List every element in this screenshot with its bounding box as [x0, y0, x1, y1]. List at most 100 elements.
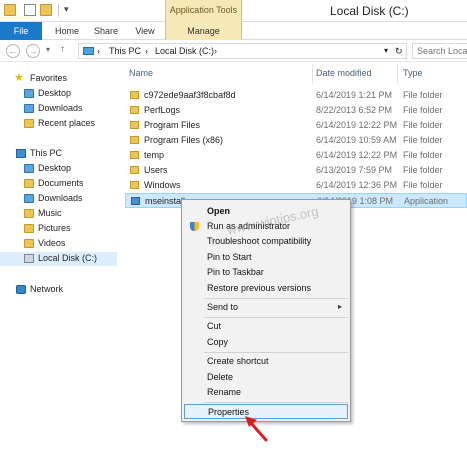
- menu-item-create-shortcut[interactable]: Create shortcut: [184, 354, 348, 369]
- forward-arrow-icon[interactable]: →: [26, 44, 40, 58]
- nav-this-pc-label: This PC: [30, 148, 63, 158]
- menu-item-copy[interactable]: Copy: [184, 335, 348, 350]
- column-divider[interactable]: [312, 64, 313, 84]
- menu-item-pin-to-start[interactable]: Pin to Start: [184, 250, 348, 265]
- nav-item-label: Pictures: [38, 223, 71, 233]
- breadcrumb-this-pc[interactable]: This PC: [109, 46, 141, 56]
- folder-icon: [130, 181, 139, 189]
- nav-pc-documents[interactable]: Documents: [0, 177, 117, 191]
- nav-item-label: Videos: [38, 238, 66, 248]
- nav-pc-downloads[interactable]: Downloads: [0, 192, 117, 206]
- recent-places-icon: [24, 119, 34, 128]
- tab-view[interactable]: View: [128, 22, 162, 40]
- recent-locations-chevron-icon[interactable]: ▾: [46, 45, 50, 54]
- menu-item-rename[interactable]: Rename: [184, 385, 348, 400]
- explorer-app-icon: [4, 4, 16, 16]
- search-input[interactable]: [413, 44, 467, 58]
- menu-item-label: Pin to Taskbar: [207, 267, 264, 277]
- customize-toolbar-chevron-icon[interactable]: ▾: [64, 4, 69, 15]
- column-header-date-modified[interactable]: Date modified: [316, 68, 372, 78]
- file-row[interactable]: Program Files (x86) 6/14/2019 10:59 AM F…: [125, 133, 467, 148]
- title-bar: ▾ Application Tools Local Disk (C:): [0, 0, 467, 22]
- this-pc-icon: [16, 149, 26, 158]
- file-date: 6/14/2019 12:22 PM: [316, 150, 398, 160]
- nav-item-label: Recent places: [38, 118, 96, 128]
- file-row[interactable]: PerfLogs 8/22/2013 6:52 PM File folder: [125, 103, 467, 118]
- menu-item-label: Rename: [207, 387, 242, 397]
- file-date: 6/14/2019 12:22 PM: [316, 120, 398, 130]
- address-bar[interactable]: › This PC › Local Disk (C:) › ▾ ↻: [78, 43, 407, 59]
- menu-separator: [204, 352, 348, 353]
- breadcrumb-local-disk[interactable]: Local Disk (C:): [155, 46, 214, 56]
- menu-item-run-as-administrator[interactable]: Run as administrator: [184, 219, 348, 234]
- folder-icon: [130, 166, 139, 174]
- column-header-name[interactable]: Name: [129, 68, 153, 78]
- breadcrumb-separator-icon[interactable]: ›: [145, 46, 148, 56]
- nav-network-label: Network: [30, 284, 64, 294]
- breadcrumb-separator-icon[interactable]: ›: [214, 46, 217, 56]
- nav-network[interactable]: Network: [0, 283, 117, 297]
- menu-item-pin-to-taskbar[interactable]: Pin to Taskbar: [184, 265, 348, 280]
- tab-share[interactable]: Share: [88, 22, 124, 40]
- quick-access-separator: [58, 4, 59, 17]
- file-row[interactable]: temp 6/14/2019 12:22 PM File folder: [125, 148, 467, 163]
- menu-item-troubleshoot-compatibility[interactable]: Troubleshoot compatibility: [184, 234, 348, 249]
- folder-icon: [130, 151, 139, 159]
- nav-pc-pictures[interactable]: Pictures: [0, 222, 117, 236]
- new-folder-icon[interactable]: [40, 4, 52, 16]
- menu-item-restore-previous-versions[interactable]: Restore previous versions: [184, 281, 348, 296]
- tab-manage[interactable]: Manage: [165, 22, 242, 40]
- nav-pc-videos[interactable]: Videos: [0, 237, 117, 251]
- nav-item-label: Downloads: [38, 193, 83, 203]
- file-date: 6/13/2019 7:59 PM: [316, 165, 393, 175]
- nav-pc-desktop[interactable]: Desktop: [0, 162, 117, 176]
- breadcrumb-separator-icon[interactable]: ›: [97, 46, 100, 56]
- file-row[interactable]: Windows 6/14/2019 12:36 PM File folder: [125, 178, 467, 193]
- music-folder-icon: [24, 209, 34, 218]
- file-row[interactable]: Program Files 6/14/2019 12:22 PM File fo…: [125, 118, 467, 133]
- back-arrow-icon[interactable]: ←: [6, 44, 20, 58]
- file-type: File folder: [403, 165, 443, 175]
- menu-item-label: Create shortcut: [207, 356, 269, 366]
- contextual-tab-group: Application Tools: [165, 0, 242, 22]
- nav-favorites-desktop[interactable]: Desktop: [0, 87, 117, 101]
- file-row[interactable]: c972ede9aaf3f8cbaf8d 6/14/2019 1:21 PM F…: [125, 88, 467, 103]
- file-row[interactable]: Users 6/13/2019 7:59 PM File folder: [125, 163, 467, 178]
- nav-favorites-downloads[interactable]: Downloads: [0, 102, 117, 116]
- properties-icon[interactable]: [24, 4, 36, 16]
- column-divider[interactable]: [397, 64, 398, 84]
- menu-item-cut[interactable]: Cut: [184, 319, 348, 334]
- folder-icon: [130, 91, 139, 99]
- file-type: File folder: [403, 120, 443, 130]
- file-name: temp: [144, 150, 165, 160]
- folder-icon: [130, 121, 139, 129]
- menu-item-delete[interactable]: Delete: [184, 370, 348, 385]
- nav-pc-music[interactable]: Music: [0, 207, 117, 221]
- column-header-type[interactable]: Type: [403, 68, 423, 78]
- annotation-arrow-icon: [245, 416, 268, 442]
- desktop-folder-icon: [24, 164, 34, 173]
- menu-item-open[interactable]: Open: [184, 204, 348, 219]
- address-dropdown-chevron-icon[interactable]: ▾: [384, 46, 388, 55]
- tab-file[interactable]: File: [0, 22, 42, 40]
- application-icon: [131, 197, 140, 205]
- desktop-folder-icon: [24, 89, 34, 98]
- hard-drive-icon: [24, 254, 34, 263]
- pictures-folder-icon: [24, 224, 34, 233]
- nav-this-pc[interactable]: This PC: [0, 147, 117, 161]
- contextual-tab-group-label: Application Tools: [169, 5, 238, 15]
- menu-item-send-to[interactable]: Send to ▸: [184, 300, 348, 315]
- up-arrow-icon[interactable]: ↑: [60, 44, 65, 55]
- nav-favorites[interactable]: ★ Favorites: [0, 72, 117, 86]
- submenu-arrow-icon: ▸: [337, 302, 342, 311]
- tab-home[interactable]: Home: [48, 22, 86, 40]
- search-box[interactable]: [412, 43, 467, 59]
- menu-item-label: Pin to Start: [207, 252, 252, 262]
- refresh-icon[interactable]: ↻: [395, 46, 403, 57]
- file-name: mseinstall: [145, 196, 186, 206]
- nav-pc-local-disk[interactable]: Local Disk (C:): [0, 252, 117, 266]
- file-date: 6/14/2019 12:36 PM: [316, 180, 398, 190]
- nav-item-label: Documents: [38, 178, 84, 188]
- nav-favorites-recent-places[interactable]: Recent places: [0, 117, 117, 131]
- file-type: File folder: [403, 180, 443, 190]
